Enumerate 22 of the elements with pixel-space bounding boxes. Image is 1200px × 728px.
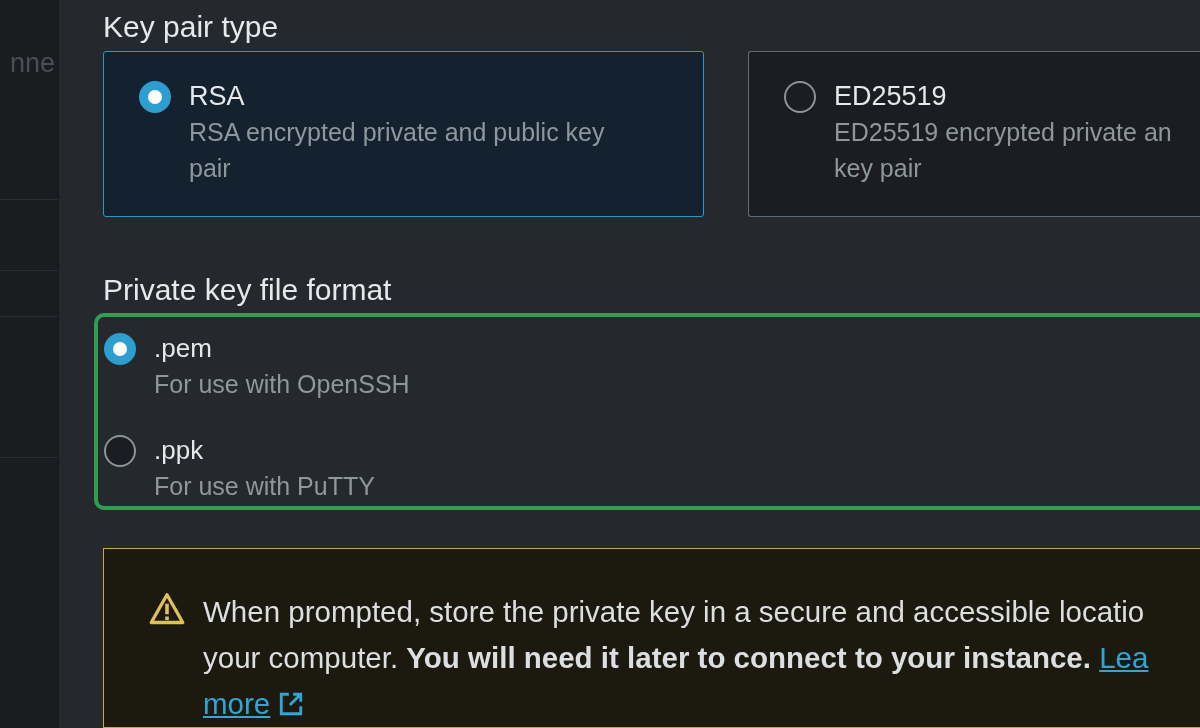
option-title: .pem bbox=[154, 332, 213, 364]
option-title: .ppk bbox=[154, 434, 205, 466]
radio-button[interactable] bbox=[139, 80, 171, 113]
warning-icon bbox=[149, 591, 185, 627]
option-title: RSA bbox=[189, 79, 246, 112]
radio-button[interactable] bbox=[104, 435, 136, 467]
option-description: For use with PuTTY bbox=[154, 471, 375, 502]
warning-text: When prompted, store the private key in a secure and accessible locatio bbox=[203, 595, 1145, 628]
option-description: ED25519 encrypted private an key pair bbox=[834, 116, 1173, 184]
learn-more-link[interactable]: more bbox=[203, 687, 271, 720]
warning-text: your computer. You will need it later to connect to your instance. bbox=[203, 641, 1091, 674]
radio-button[interactable] bbox=[104, 333, 136, 365]
option-description: RSA encrypted private and public key pair bbox=[189, 116, 606, 184]
radio-card[interactable]: ED25519 ED25519 encrypted private an key pair bbox=[748, 50, 1200, 217]
external-link-icon[interactable] bbox=[278, 691, 305, 717]
radio-button[interactable] bbox=[784, 80, 816, 113]
section-label: Key pair type bbox=[103, 10, 280, 45]
learn-more-link[interactable]: Lea bbox=[1099, 641, 1149, 674]
option-description: For use with OpenSSH bbox=[154, 369, 410, 400]
section-label: Private key file format bbox=[103, 272, 393, 308]
radio-card[interactable]: RSA RSA encrypted private and public key pair bbox=[103, 50, 704, 217]
option-title: ED25519 bbox=[834, 79, 948, 112]
